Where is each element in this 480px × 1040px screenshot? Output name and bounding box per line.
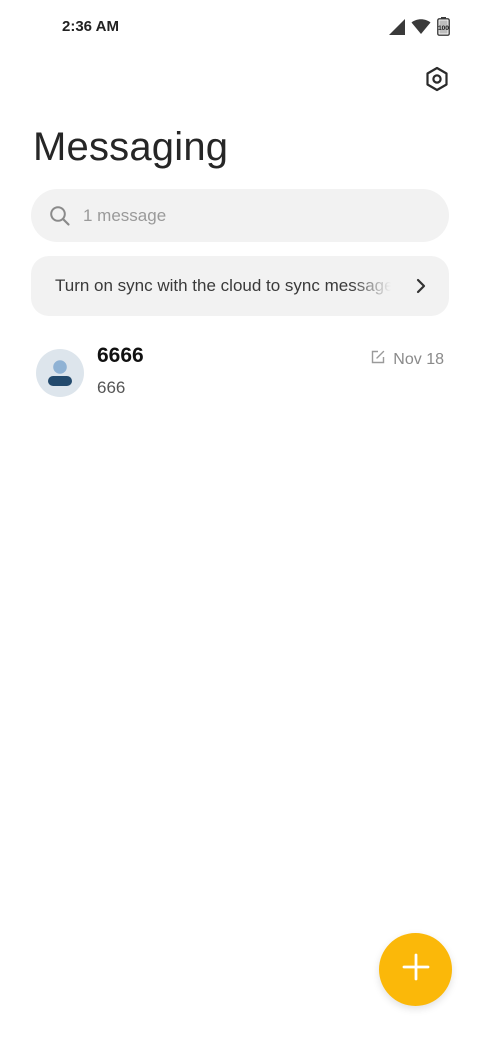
battery-level-text: 100 [438,25,449,32]
messaging-screen: 2:36 AM 100 Messaging 1 message Turn on … [0,0,480,1040]
search-placeholder: 1 message [83,205,167,225]
conversation-date: Nov 18 [393,350,444,368]
person-icon [48,360,72,386]
battery-icon: 100 [437,17,450,36]
settings-hexagon-icon [424,66,450,97]
conversation-name: 6666 [97,344,144,367]
conversation-snippet: 666 [97,378,126,397]
avatar[interactable] [36,349,84,397]
cellular-signal-icon [388,18,405,35]
plus-icon [402,953,430,986]
wifi-icon [411,18,431,35]
page-title: Messaging [33,125,229,169]
status-icons: 100 [388,17,450,36]
conversation-item[interactable]: 6666 666 Nov 18 [0,336,480,412]
conversation-meta: Nov 18 [371,350,444,369]
sync-banner-text: Turn on sync with the cloud to sync mess… [55,276,391,295]
status-bar: 2:36 AM 100 [0,0,480,56]
search-bar[interactable]: 1 message [31,189,449,242]
draft-edit-icon [371,350,385,369]
search-icon [49,205,71,227]
chevron-right-icon [413,278,429,294]
settings-button[interactable] [420,64,454,98]
new-message-button[interactable] [379,933,452,1006]
status-time: 2:36 AM [62,18,119,35]
sync-banner[interactable]: Turn on sync with the cloud to sync mess… [31,256,449,316]
